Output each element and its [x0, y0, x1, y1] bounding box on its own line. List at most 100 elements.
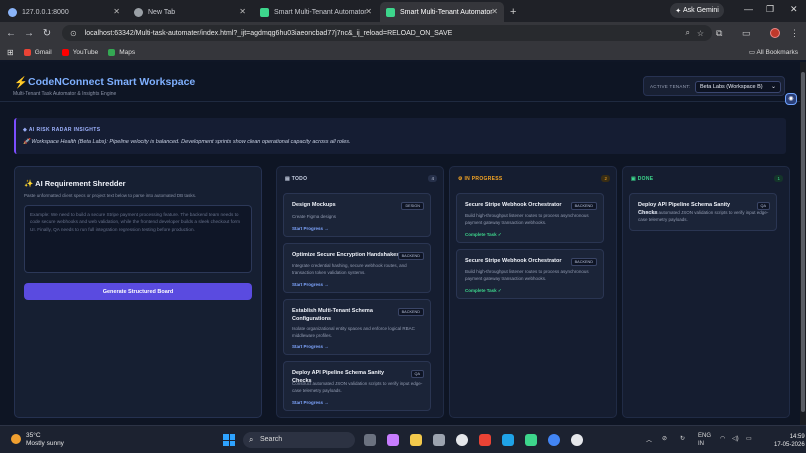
clock[interactable]: 14:59 17-05-2026: [774, 433, 805, 449]
check-box-icon: ▣: [631, 176, 638, 182]
menu-icon[interactable]: ⋮: [790, 28, 799, 39]
back-icon[interactable]: ←: [2, 28, 20, 39]
chrome-icon[interactable]: [548, 434, 560, 446]
app-header: ⚡ CodeNConnect Smart Workspace Multi-Ten…: [0, 62, 800, 102]
pycharm-icon[interactable]: [525, 434, 537, 446]
close-window-icon[interactable]: ✕: [790, 4, 798, 15]
site-info-icon[interactable]: ⊙: [70, 29, 77, 38]
complete-task-button[interactable]: Complete Task ✓: [465, 288, 502, 294]
browser-tab-active[interactable]: Smart Multi-Tenant Automator ✕: [380, 2, 504, 22]
weather-widget[interactable]: 35°C Mostly sunny: [26, 432, 64, 449]
task-tag: DESIGN: [401, 202, 424, 210]
battery-icon[interactable]: ▭: [746, 435, 752, 442]
wifi-off-icon[interactable]: ⊘: [662, 435, 667, 442]
all-bookmarks[interactable]: ▭ All Bookmarks: [749, 48, 798, 56]
tenant-select[interactable]: Beta Labs (Workspace B) ⌄: [695, 81, 781, 93]
user-avatar[interactable]: ◉: [785, 93, 797, 105]
wifi-icon[interactable]: ◠: [720, 435, 725, 442]
radar-heading: ◈ AI RISK RADAR INSIGHTS: [23, 127, 101, 133]
zoom-icon[interactable]: ⌕: [686, 28, 690, 38]
bookmark-youtube[interactable]: YouTube: [61, 48, 98, 56]
browser-tab[interactable]: Smart Multi-Tenant Automator ✕: [254, 2, 378, 22]
requirements-input[interactable]: [24, 205, 252, 273]
sparkle-icon: ✦: [675, 7, 683, 15]
chrome-icon: [134, 7, 143, 17]
language-indicator[interactable]: ENG IN: [698, 433, 711, 449]
page-subtitle: Multi-Tenant Task Automator & Insights E…: [13, 91, 117, 97]
skype-icon[interactable]: [502, 434, 514, 446]
task-card: Deploy API Pipeline Schema Sanity Checks…: [283, 361, 431, 411]
jetbrains-icon: [386, 7, 395, 17]
forward-icon[interactable]: →: [20, 28, 38, 39]
copilot-icon[interactable]: [387, 434, 399, 446]
bookmarks-bar: ⊞ Gmail YouTube Maps ▭ All Bookmarks: [0, 44, 806, 60]
task-tag: BACKEND: [397, 252, 424, 260]
extensions-icon[interactable]: ⧉: [716, 28, 722, 39]
new-tab-icon[interactable]: +: [510, 6, 516, 18]
star-icon[interactable]: ☆: [697, 29, 704, 38]
clipboard-icon: ▤: [285, 176, 292, 182]
ask-gemini-button[interactable]: ✦ Ask Gemini: [670, 3, 724, 18]
browser-tab[interactable]: 127.0.0.1:8000 ✕: [2, 2, 126, 22]
maximize-icon[interactable]: ❐: [766, 4, 774, 15]
reload-icon[interactable]: ↻: [38, 28, 56, 39]
page-scrollbar[interactable]: [800, 62, 806, 425]
generate-board-button[interactable]: Generate Structured Board: [24, 283, 252, 300]
youtube-icon: [61, 48, 69, 56]
sun-icon: [11, 434, 21, 444]
tenant-switcher: ACTIVE TENANT: Beta Labs (Workspace B) ⌄: [643, 76, 785, 96]
column-in-progress: ⚙ IN PROGRESS 2 Secure Stripe Webhook Or…: [449, 166, 617, 418]
requirement-shredder-panel: ✨ AI Requirement Shredder Paste unformat…: [14, 166, 262, 418]
task-title: Design Mockups: [292, 202, 336, 208]
column-header: ▣ DONE: [631, 176, 654, 182]
task-card: Establish Multi-Tenant Schema Configurat…: [283, 299, 431, 355]
task-description: Build high-throughput listener routes to…: [465, 213, 589, 225]
url-bar[interactable]: ⊙ localhost:63342/Multi-task-automater/i…: [62, 25, 712, 41]
page-title: CodeNConnect Smart Workspace: [28, 76, 196, 88]
windows-start-icon[interactable]: [223, 434, 235, 446]
column-header: ▤ TODO: [285, 176, 308, 182]
minimize-icon[interactable]: —: [744, 4, 753, 14]
column-todo: ▤ TODO 4 Design Mockups DESIGN Create Fi…: [276, 166, 444, 418]
gmail-icon: [23, 48, 31, 56]
start-progress-button[interactable]: Start Progress →: [292, 226, 329, 231]
gmail-icon[interactable]: [479, 434, 491, 446]
column-count: 4: [428, 175, 437, 182]
close-tab-icon[interactable]: ✕: [113, 7, 120, 16]
task-card: Optimize Secure Encryption Handshakes BA…: [283, 243, 431, 293]
sparkle-icon: ✨: [24, 179, 36, 188]
bookmark-gmail[interactable]: Gmail: [23, 48, 52, 56]
apps-grid-icon[interactable]: ⊞: [7, 48, 14, 57]
start-progress-button[interactable]: Start Progress →: [292, 344, 329, 349]
refresh-icon[interactable]: ↻: [680, 435, 685, 442]
jetbrains-icon: [260, 7, 269, 17]
scrollbar-thumb[interactable]: [801, 72, 805, 412]
radar-insight: 🚀 Workspace Health (Beta Labs): Pipeline…: [23, 139, 351, 145]
task-title: Secure Stripe Webhook Orchestrator: [465, 202, 562, 208]
browser-tab[interactable]: New Tab ✕: [128, 2, 252, 22]
taskbar-search[interactable]: ⌕ Search: [243, 432, 355, 448]
start-progress-button[interactable]: Start Progress →: [292, 282, 329, 287]
risk-radar-panel: ◈ AI RISK RADAR INSIGHTS 🚀 Workspace Hea…: [14, 118, 786, 154]
task-description: Build high-throughput listener routes to…: [465, 269, 589, 281]
file-explorer-icon[interactable]: [410, 434, 422, 446]
profile-avatar[interactable]: [770, 28, 780, 38]
column-count: 1: [774, 175, 783, 182]
complete-task-button[interactable]: Complete Task ✓: [465, 232, 502, 238]
media-player-icon[interactable]: [571, 434, 583, 446]
chevron-up-icon[interactable]: ︿: [646, 435, 652, 444]
close-tab-icon[interactable]: ✕: [491, 7, 498, 16]
task-tag: QA: [756, 202, 770, 210]
bookmark-maps[interactable]: Maps: [108, 48, 135, 56]
volume-icon[interactable]: ◁): [732, 435, 739, 442]
task-tag: BACKEND: [570, 258, 597, 266]
start-progress-button[interactable]: Start Progress →: [292, 400, 329, 405]
close-tab-icon[interactable]: ✕: [365, 7, 372, 16]
sidepanel-icon[interactable]: ▭: [742, 28, 751, 39]
column-header: ⚙ IN PROGRESS: [458, 176, 503, 182]
task-view-icon[interactable]: [364, 434, 376, 446]
dell-icon[interactable]: [456, 434, 468, 446]
task-tag: BACKEND: [397, 308, 424, 316]
close-tab-icon[interactable]: ✕: [239, 7, 246, 16]
calendar-icon[interactable]: [433, 434, 445, 446]
